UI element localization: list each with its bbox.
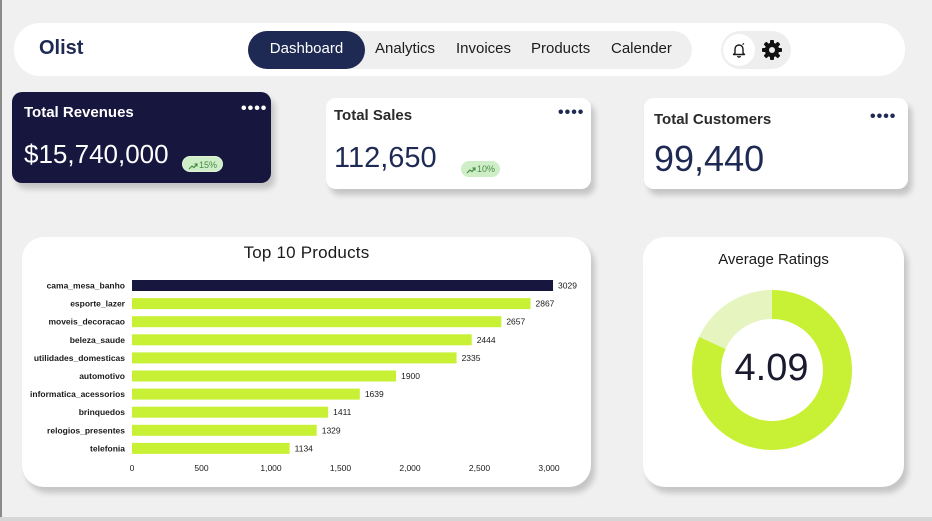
bar — [132, 406, 329, 418]
bar — [132, 388, 360, 400]
more-dots-icon[interactable]: •••• — [870, 109, 896, 125]
bar — [132, 334, 472, 346]
category-label: utilidades_domesticas — [34, 353, 125, 363]
x-tick-label: 2,500 — [469, 463, 491, 473]
bell-icon — [732, 43, 746, 58]
card-value: $15,740,000 — [24, 139, 169, 169]
nav-tab-products[interactable]: Products — [531, 31, 590, 69]
trend-up-icon — [188, 163, 198, 170]
category-label: telefonia — [90, 443, 125, 453]
category-label: brinquedos — [79, 407, 126, 417]
data-label: 2657 — [506, 317, 525, 327]
card-title: Total Customers — [654, 111, 772, 128]
data-label: 2335 — [462, 353, 481, 363]
card-value: 112,650 — [334, 142, 437, 174]
nav-tab-invoices[interactable]: Invoices — [456, 31, 511, 69]
x-tick-label: 500 — [194, 463, 208, 473]
data-label: 1134 — [295, 443, 314, 453]
category-label: relogios_presentes — [47, 425, 125, 435]
category-label: beleza_saude — [70, 335, 126, 345]
x-tick-label: 3,000 — [538, 463, 560, 473]
more-dots-icon[interactable]: •••• — [558, 105, 584, 121]
window-frame-bottom — [0, 517, 932, 521]
top-products-bar-chart: cama_mesa_banho 3029 esporte_lazer 2867 move… — [30, 280, 577, 473]
bar — [132, 316, 502, 328]
nav-tab-dashboard[interactable]: Dashboard — [248, 31, 365, 69]
category-label: informatica_acessorios — [30, 389, 125, 399]
data-label: 2867 — [536, 299, 555, 309]
data-label: 1900 — [401, 371, 420, 381]
data-label: 1639 — [365, 389, 384, 399]
category-label: cama_mesa_banho — [47, 281, 125, 291]
data-label: 1411 — [333, 407, 352, 417]
bar — [132, 298, 531, 310]
nav-tab-calender[interactable]: Calender — [611, 31, 672, 69]
window-frame-left — [0, 0, 2, 521]
nav-tab-analytics[interactable]: Analytics — [375, 31, 435, 69]
trend-up-icon — [466, 167, 476, 174]
data-label: 1329 — [322, 425, 341, 435]
more-dots-icon[interactable]: •••• — [241, 101, 267, 117]
top-navbar: Olist Dashboard Analytics Invoices Produ… — [14, 23, 905, 76]
data-label: 3029 — [558, 281, 577, 291]
brand-logo-text: Olist — [39, 37, 84, 59]
bar — [132, 424, 317, 436]
x-tick-label: 0 — [130, 463, 135, 473]
settings-button[interactable] — [761, 39, 783, 66]
x-tick-label: 2,000 — [399, 463, 421, 473]
data-label: 2444 — [477, 335, 496, 345]
trend-badge: 10% — [461, 161, 501, 177]
bar — [132, 352, 457, 364]
ratings-value: 4.09 — [734, 347, 809, 389]
top-products-chart-card: Top 10 Products cama_mesa_banho 3029 espor… — [22, 237, 591, 487]
x-tick-label: 1,500 — [330, 463, 352, 473]
nav-tabs: Dashboard Analytics Invoices Products Ca… — [248, 31, 692, 69]
average-ratings-card: Average Ratings 4.09 — [643, 237, 904, 487]
notifications-button[interactable] — [723, 34, 755, 66]
bar — [132, 370, 397, 382]
x-tick-label: 1,000 — [260, 463, 282, 473]
gear-icon — [762, 40, 782, 60]
card-total-customers: Total Customers •••• 99,440 — [644, 98, 908, 189]
bar — [132, 280, 554, 291]
category-label: automotivo — [79, 371, 125, 381]
bar — [132, 442, 290, 454]
category-label: moveis_decoracao — [48, 317, 125, 327]
card-total-sales: Total Sales •••• 112,650 10% — [326, 98, 591, 189]
category-label: esporte_lazer — [70, 299, 125, 309]
header-icon-group — [721, 31, 791, 69]
trend-badge: 15% — [182, 156, 224, 172]
card-title: Total Revenues — [24, 104, 134, 121]
donut-remainder-segment — [699, 290, 772, 349]
card-total-revenues: Total Revenues •••• $15,740,000 15% — [12, 92, 271, 183]
card-title: Total Sales — [334, 107, 413, 124]
card-value: 99,440 — [654, 138, 765, 179]
